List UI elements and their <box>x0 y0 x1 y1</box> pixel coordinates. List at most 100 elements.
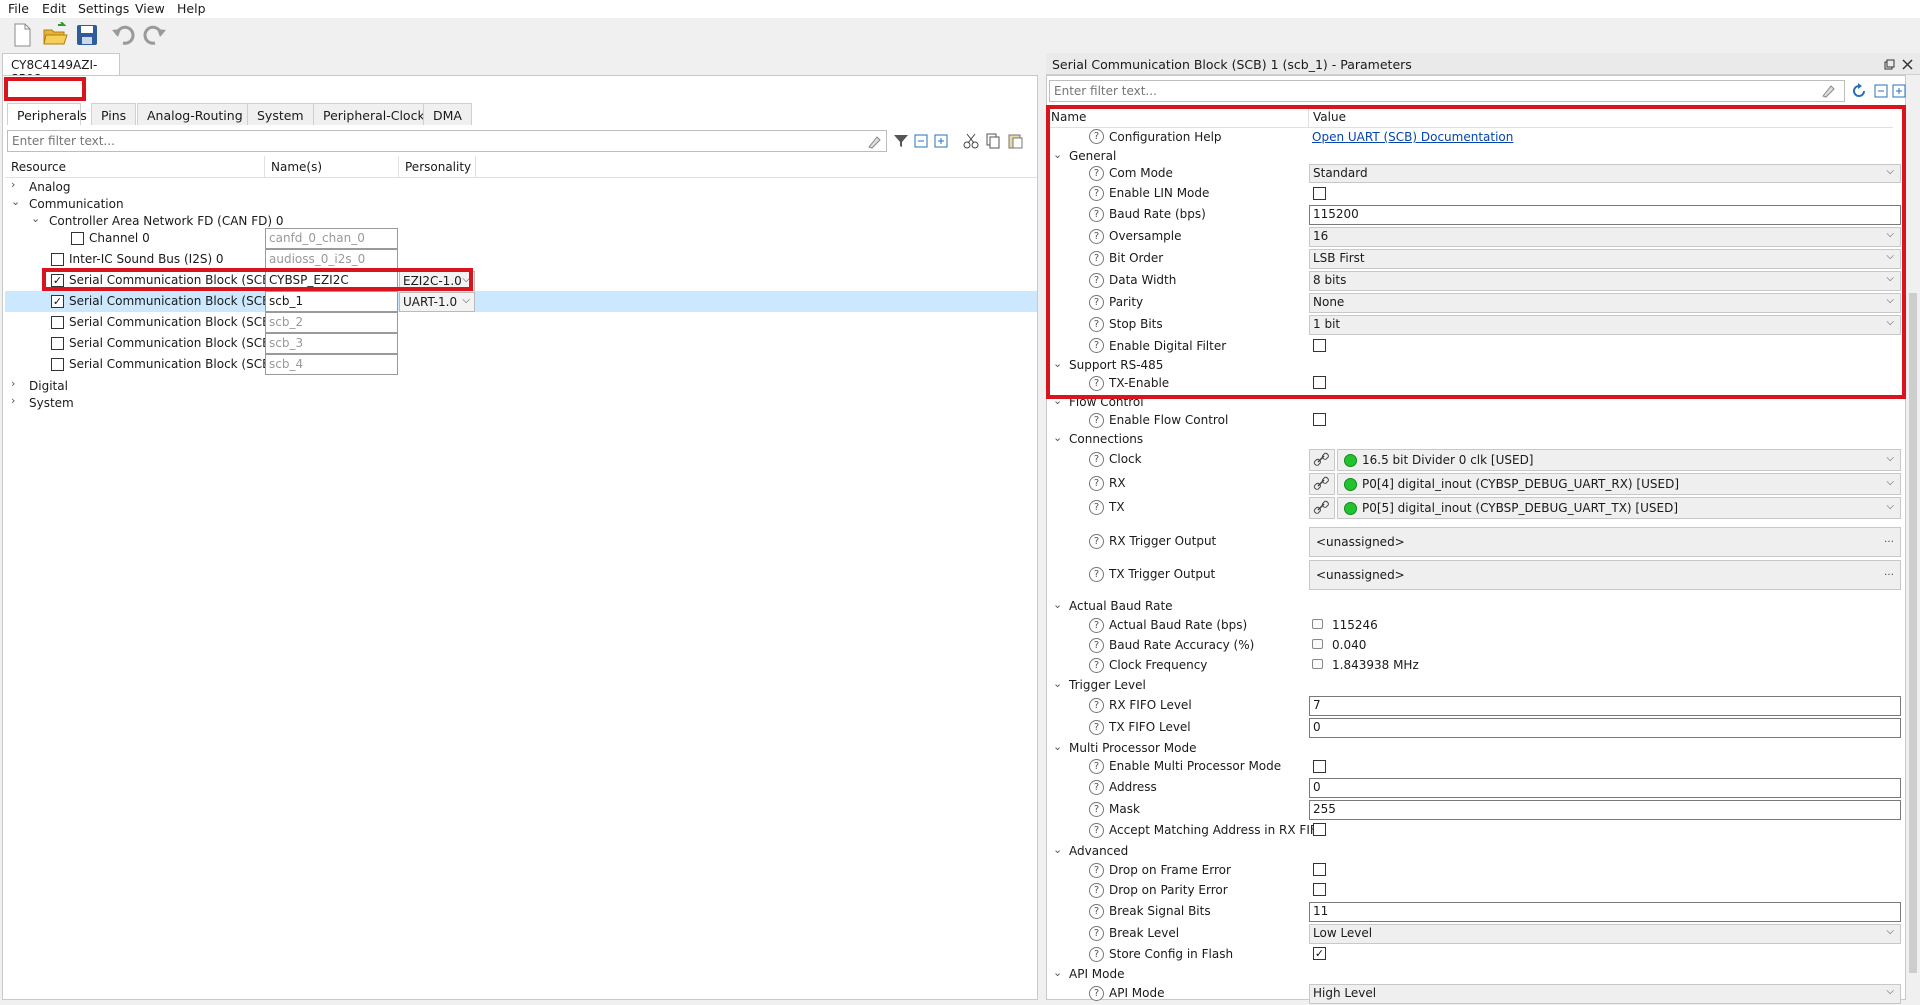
help-icon[interactable]: ? <box>1089 500 1104 515</box>
help-icon[interactable]: ? <box>1089 823 1104 838</box>
redo-icon[interactable] <box>142 22 170 50</box>
header-value[interactable]: Value <box>1313 110 1346 124</box>
help-icon[interactable]: ? <box>1089 166 1104 181</box>
tx-pin-select[interactable]: P0[5] digital_inout (CYBSP_DEBUG_UART_TX… <box>1337 497 1901 519</box>
device-tab[interactable]: CY8C4149AZI-S598 <box>2 53 120 86</box>
cut-icon[interactable] <box>963 133 979 149</box>
api-mode-select[interactable]: High Level ⌵ <box>1309 984 1901 1004</box>
group-flow-control[interactable]: ⌄ Flow Control <box>1047 393 1907 411</box>
group-connections[interactable]: ⌄ Connections <box>1047 430 1907 448</box>
parameters-filter-input[interactable] <box>1050 81 1844 101</box>
parameters-filter[interactable] <box>1049 80 1845 102</box>
tree-row-scb4[interactable]: Serial Communication Block (SCB) 4 scb_4 <box>5 354 1037 375</box>
name-field[interactable]: CYBSP_EZI2C <box>265 270 398 291</box>
tree-row-scb1-selected[interactable]: ✓ Serial Communication Block (SCB) 1 scb… <box>5 291 1037 312</box>
expand-arrow-icon[interactable]: › <box>11 377 15 390</box>
undo-icon[interactable] <box>110 22 138 50</box>
enable-checkbox[interactable] <box>71 232 84 245</box>
tab-analog-routing[interactable]: Analog-Routing <box>137 103 253 125</box>
accept-matching-address-checkbox[interactable] <box>1313 823 1326 836</box>
filter-icon[interactable] <box>893 133 909 149</box>
peripherals-filter[interactable] <box>7 130 887 152</box>
help-icon[interactable]: ? <box>1089 986 1104 1001</box>
tx-trigger-output-field[interactable]: <unassigned>… <box>1309 560 1901 590</box>
break-signal-bits-input[interactable]: 11 <box>1309 902 1901 922</box>
more-options-icon[interactable]: … <box>1884 534 1894 545</box>
help-icon[interactable]: ? <box>1089 618 1104 633</box>
help-icon[interactable]: ? <box>1089 129 1104 144</box>
help-icon[interactable]: ? <box>1089 534 1104 549</box>
menu-settings[interactable]: Settings <box>76 1 131 16</box>
group-trigger-level[interactable]: ⌄ Trigger Level <box>1047 676 1907 694</box>
menu-help[interactable]: Help <box>175 1 208 16</box>
collapse-arrow-icon[interactable]: ⌄ <box>1053 843 1062 856</box>
group-advanced[interactable]: ⌄ Advanced <box>1047 842 1907 860</box>
refresh-icon[interactable] <box>1851 83 1867 99</box>
collapse-all-icon[interactable] <box>913 133 929 149</box>
peripherals-filter-input[interactable] <box>8 131 886 151</box>
copy-icon[interactable] <box>985 133 1001 149</box>
enable-checkbox[interactable] <box>51 316 64 329</box>
tree-row-i2s[interactable]: Inter-IC Sound Bus (I2S) 0 audioss_0_i2s… <box>5 249 1037 270</box>
enable-lin-checkbox[interactable] <box>1313 187 1326 200</box>
store-config-flash-checkbox-checked[interactable]: ✓ <box>1313 947 1326 960</box>
collapse-arrow-icon[interactable]: ⌄ <box>1053 357 1062 370</box>
help-icon[interactable]: ? <box>1089 883 1104 898</box>
personality-select[interactable]: UART-1.0 ⌵ <box>399 292 475 312</box>
help-icon[interactable]: ? <box>1089 251 1104 266</box>
new-file-icon[interactable] <box>10 22 38 50</box>
personality-select[interactable]: EZI2C-1.0 ⌵ <box>399 271 475 291</box>
help-icon[interactable]: ? <box>1089 229 1104 244</box>
collapse-arrow-icon[interactable]: ⌄ <box>1053 598 1062 611</box>
link-icon[interactable] <box>1309 473 1335 495</box>
help-icon[interactable]: ? <box>1089 863 1104 878</box>
menu-view[interactable]: View <box>133 1 167 16</box>
com-mode-select[interactable]: Standard ⌵ <box>1309 164 1901 183</box>
name-field[interactable]: scb_3 <box>265 333 398 354</box>
name-field[interactable]: audioss_0_i2s_0 <box>265 249 398 270</box>
enable-flow-control-checkbox[interactable] <box>1313 413 1326 426</box>
rx-fifo-level-input[interactable]: 7 <box>1309 696 1901 716</box>
expand-arrow-icon[interactable]: › <box>11 394 15 407</box>
enable-checkbox[interactable] <box>51 337 64 350</box>
help-icon[interactable]: ? <box>1089 376 1104 391</box>
group-support-rs485[interactable]: ⌄ Support RS-485 <box>1047 356 1907 374</box>
menu-file[interactable]: File <box>6 1 31 16</box>
bit-order-select[interactable]: LSB First ⌵ <box>1309 249 1901 269</box>
menu-edit[interactable]: Edit <box>40 1 68 16</box>
clock-select[interactable]: 16.5 bit Divider 0 clk [USED] ⌵ <box>1337 449 1901 471</box>
collapse-arrow-icon[interactable]: ⌄ <box>1053 740 1062 753</box>
collapse-arrow-icon[interactable]: ⌄ <box>11 195 20 208</box>
enable-digital-filter-checkbox[interactable] <box>1313 339 1326 352</box>
help-icon[interactable]: ? <box>1089 452 1104 467</box>
scrollbar-thumb[interactable] <box>1909 293 1917 973</box>
more-options-icon[interactable]: … <box>1884 567 1894 578</box>
help-icon[interactable]: ? <box>1089 759 1104 774</box>
parameters-scrollbar[interactable] <box>1906 75 1920 1000</box>
open-folder-icon[interactable] <box>42 21 70 50</box>
parity-select[interactable]: None ⌵ <box>1309 293 1901 313</box>
drop-parity-error-checkbox[interactable] <box>1313 883 1326 896</box>
header-resource[interactable]: Resource <box>11 160 66 174</box>
float-icon[interactable] <box>1884 59 1895 70</box>
tree-row-system[interactable]: › System <box>5 393 1037 414</box>
name-field[interactable]: canfd_0_chan_0 <box>265 228 398 249</box>
collapse-arrow-icon[interactable]: ⌄ <box>1053 431 1062 444</box>
enable-checkbox-checked[interactable]: ✓ <box>51 274 64 287</box>
oversample-select[interactable]: 16 ⌵ <box>1309 227 1901 247</box>
collapse-arrow-icon[interactable]: ⌄ <box>31 212 40 225</box>
baud-rate-input[interactable]: 115200 <box>1309 205 1901 225</box>
collapse-arrow-icon[interactable]: ⌄ <box>1053 966 1062 979</box>
tree-row-channel0[interactable]: Channel 0 canfd_0_chan_0 <box>5 228 1037 249</box>
close-icon[interactable] <box>1902 59 1913 70</box>
documentation-link[interactable]: Open UART (SCB) Documentation <box>1312 130 1513 144</box>
clear-filter-icon[interactable] <box>867 135 881 149</box>
help-icon[interactable]: ? <box>1089 567 1104 582</box>
name-field[interactable]: scb_4 <box>265 354 398 375</box>
help-icon[interactable]: ? <box>1089 273 1104 288</box>
group-actual-baud-rate[interactable]: ⌄ Actual Baud Rate <box>1047 597 1907 615</box>
expand-all-icon[interactable] <box>1891 83 1907 99</box>
address-input[interactable]: 0 <box>1309 778 1901 798</box>
help-icon[interactable]: ? <box>1089 780 1104 795</box>
header-name[interactable]: Name <box>1051 110 1086 124</box>
